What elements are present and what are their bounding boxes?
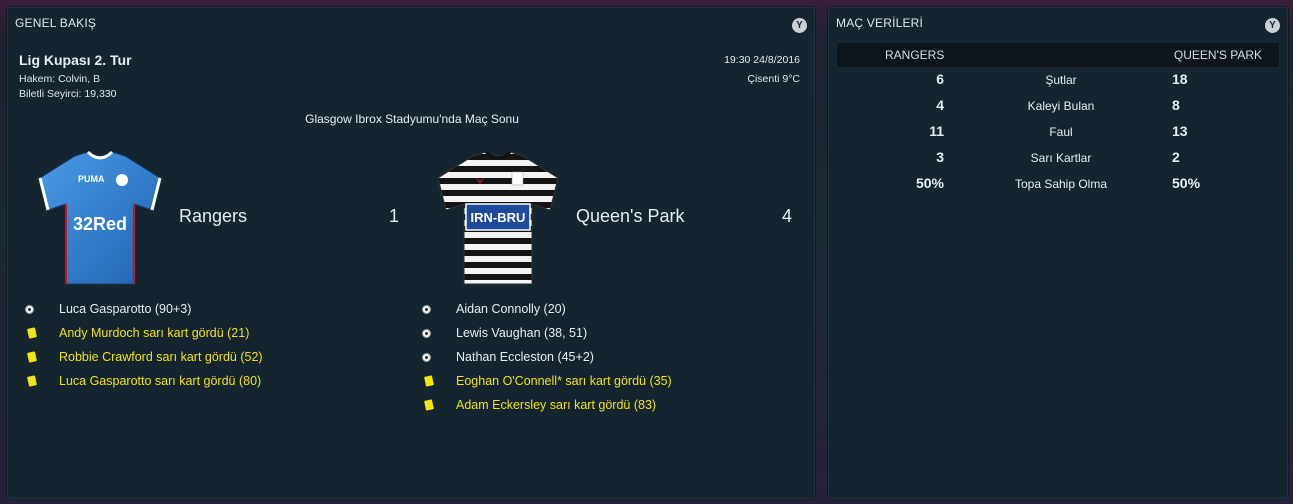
yellow-card-icon (424, 375, 434, 387)
yellow-card-icon (27, 351, 37, 363)
home-score: 1 (389, 206, 400, 226)
stat-row-possession[interactable]: 50% Topa Sahip Olma 50% (829, 175, 1289, 195)
stat-away-value: 2 (1172, 149, 1180, 165)
home-event-item[interactable]: Andy Murdoch sarı kart gördü (21) (59, 326, 249, 340)
stat-label: Faul (1049, 125, 1073, 139)
away-event-item[interactable]: Adam Eckersley sarı kart gördü (83) (456, 398, 656, 412)
stats-home-header: RANGERS (885, 48, 945, 62)
goal-ball-icon (25, 305, 34, 314)
yellow-card-icon (27, 327, 37, 339)
stat-away-value: 18 (1172, 71, 1188, 87)
venue-text: Glasgow Ibrox Stadyumu'nda Maç Sonu (305, 112, 519, 126)
away-team-name[interactable]: Queen's Park (576, 206, 685, 227)
stats-header: RANGERS QUEEN'S PARK (837, 43, 1279, 67)
away-kit-sponsor: IRN-BRU (471, 210, 526, 225)
stat-home-value: 3 (936, 149, 944, 165)
weather-text: Çisenti 9°C (747, 73, 800, 85)
goal-ball-icon (422, 305, 431, 314)
referee-text: Hakem: Colvin, B (19, 73, 101, 85)
stat-home-value: 50% (915, 175, 944, 191)
away-score: 4 (782, 206, 793, 226)
yellow-card-icon (424, 399, 434, 411)
home-team-name[interactable]: Rangers (179, 206, 247, 227)
stat-row-shots[interactable]: 6 Şutlar 18 (829, 71, 1289, 91)
filter-icon[interactable]: Y (1265, 18, 1280, 33)
stat-away-value: 13 (1172, 123, 1188, 139)
home-kit-icon[interactable]: PUMA 32Red (30, 148, 170, 293)
home-event-item[interactable]: Luca Gasparotto sarı kart gördü (80) (59, 374, 261, 388)
stat-label: Topa Sahip Olma (1014, 177, 1108, 191)
stats-title: MAÇ VERİLERİ (836, 16, 924, 30)
home-event-item[interactable]: Robbie Crawford sarı kart gördü (52) (59, 350, 263, 364)
match-stats-panel: MAÇ VERİLERİ Y RANGERS QUEEN'S PARK 6 Şu… (828, 7, 1288, 499)
stat-row-on-target[interactable]: 4 Kaleyi Bulan 8 (829, 97, 1289, 117)
stat-row-fouls[interactable]: 11 Faul 13 (829, 123, 1289, 143)
overview-panel: GENEL BAKIŞ Y Lig Kupası 2. Tur Hakem: C… (7, 7, 815, 499)
stat-away-value: 8 (1172, 97, 1180, 113)
overview-title: GENEL BAKIŞ (15, 16, 97, 30)
stat-home-value: 11 (929, 123, 944, 139)
stat-label: Kaleyi Bulan (1027, 99, 1095, 113)
competition-title: Lig Kupası 2. Tur (19, 52, 132, 68)
stat-label: Sarı Kartlar (1030, 151, 1092, 165)
away-event-item[interactable]: Eoghan O'Connell* sarı kart gördü (35) (456, 374, 672, 388)
svg-text:PUMA: PUMA (78, 174, 105, 184)
home-kit-sponsor: 32Red (73, 214, 127, 234)
attendance-text: Biletli Seyirci: 19,330 (19, 88, 117, 100)
away-event-item[interactable]: Aidan Connolly (20) (456, 302, 566, 316)
yellow-card-icon (27, 375, 37, 387)
match-datetime: 19:30 24/8/2016 (724, 54, 800, 66)
goal-ball-icon (422, 353, 431, 362)
filter-icon[interactable]: Y (792, 18, 807, 33)
away-event-item[interactable]: Nathan Eccleston (45+2) (456, 350, 594, 364)
stat-label: Şutlar (1045, 73, 1077, 87)
away-event-item[interactable]: Lewis Vaughan (38, 51) (456, 326, 587, 340)
stat-row-yellow-cards[interactable]: 3 Sarı Kartlar 2 (829, 149, 1289, 169)
stat-home-value: 4 (936, 97, 944, 113)
goal-ball-icon (422, 329, 431, 338)
stats-away-header: QUEEN'S PARK (1173, 48, 1262, 62)
away-kit-icon[interactable]: IRN-BRU (428, 148, 568, 293)
stat-home-value: 6 (936, 71, 944, 87)
stat-away-value: 50% (1172, 175, 1201, 191)
home-event-item[interactable]: Luca Gasparotto (90+3) (59, 302, 191, 316)
